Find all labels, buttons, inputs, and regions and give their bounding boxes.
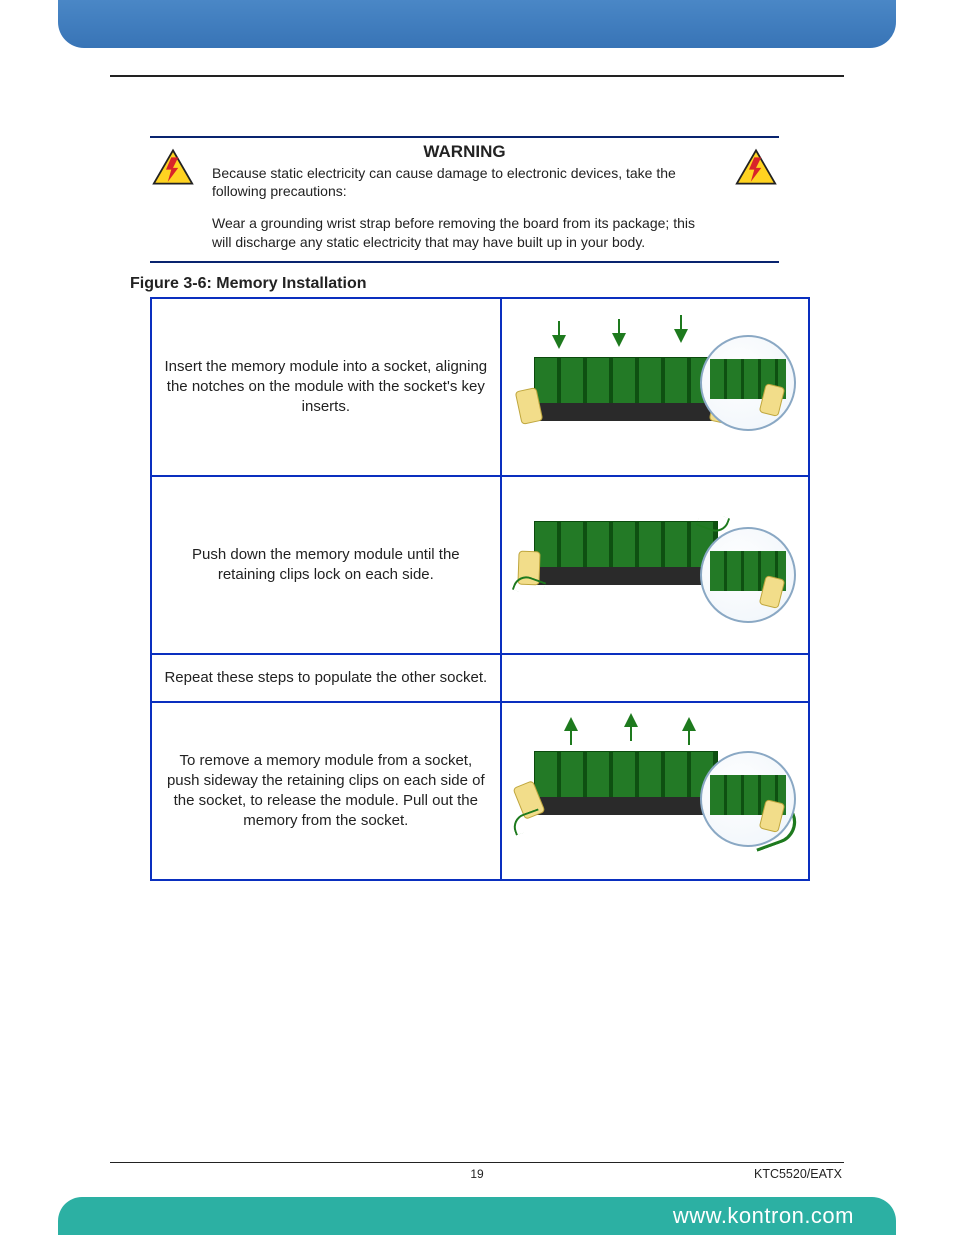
footer-rule <box>110 1162 844 1163</box>
doc-code: KTC5520/EATX <box>754 1167 842 1181</box>
table-row: Repeat these steps to populate the other… <box>151 654 809 702</box>
footer-bar: www.kontron.com <box>58 1197 896 1235</box>
memory-lock-illustration <box>512 485 798 645</box>
table-row: Insert the memory module into a socket, … <box>151 298 809 476</box>
step-illustration <box>501 476 809 654</box>
footer-url: www.kontron.com <box>673 1203 854 1229</box>
step-illustration <box>501 702 809 880</box>
warning-detail: Wear a grounding wrist strap before remo… <box>212 214 717 250</box>
step-text: Insert the memory module into a socket, … <box>151 298 501 476</box>
figure-caption: Figure 3-6: Memory Installation <box>130 275 366 293</box>
step-illustration <box>501 298 809 476</box>
memory-remove-illustration <box>512 711 798 871</box>
table-row: Push down the memory module until the re… <box>151 476 809 654</box>
warning-rule-bottom <box>150 261 779 263</box>
warning-title: WARNING <box>212 142 717 162</box>
table-row: To remove a memory module from a socket,… <box>151 702 809 880</box>
warning-box: WARNING Because static electricity can c… <box>150 136 779 263</box>
step-text: Repeat these steps to populate the other… <box>151 654 501 702</box>
memory-insert-illustration <box>512 307 798 467</box>
warning-lightning-icon <box>735 148 777 186</box>
header-rule <box>110 75 844 77</box>
memory-steps-table: Insert the memory module into a socket, … <box>150 297 810 881</box>
step-text: To remove a memory module from a socket,… <box>151 702 501 880</box>
step-text: Push down the memory module until the re… <box>151 476 501 654</box>
step-illustration-empty <box>501 654 809 702</box>
warning-lightning-icon <box>152 148 194 186</box>
warning-intro: Because static electricity can cause dam… <box>212 164 717 200</box>
header-bar <box>58 0 896 48</box>
warning-rule-top <box>150 136 779 138</box>
